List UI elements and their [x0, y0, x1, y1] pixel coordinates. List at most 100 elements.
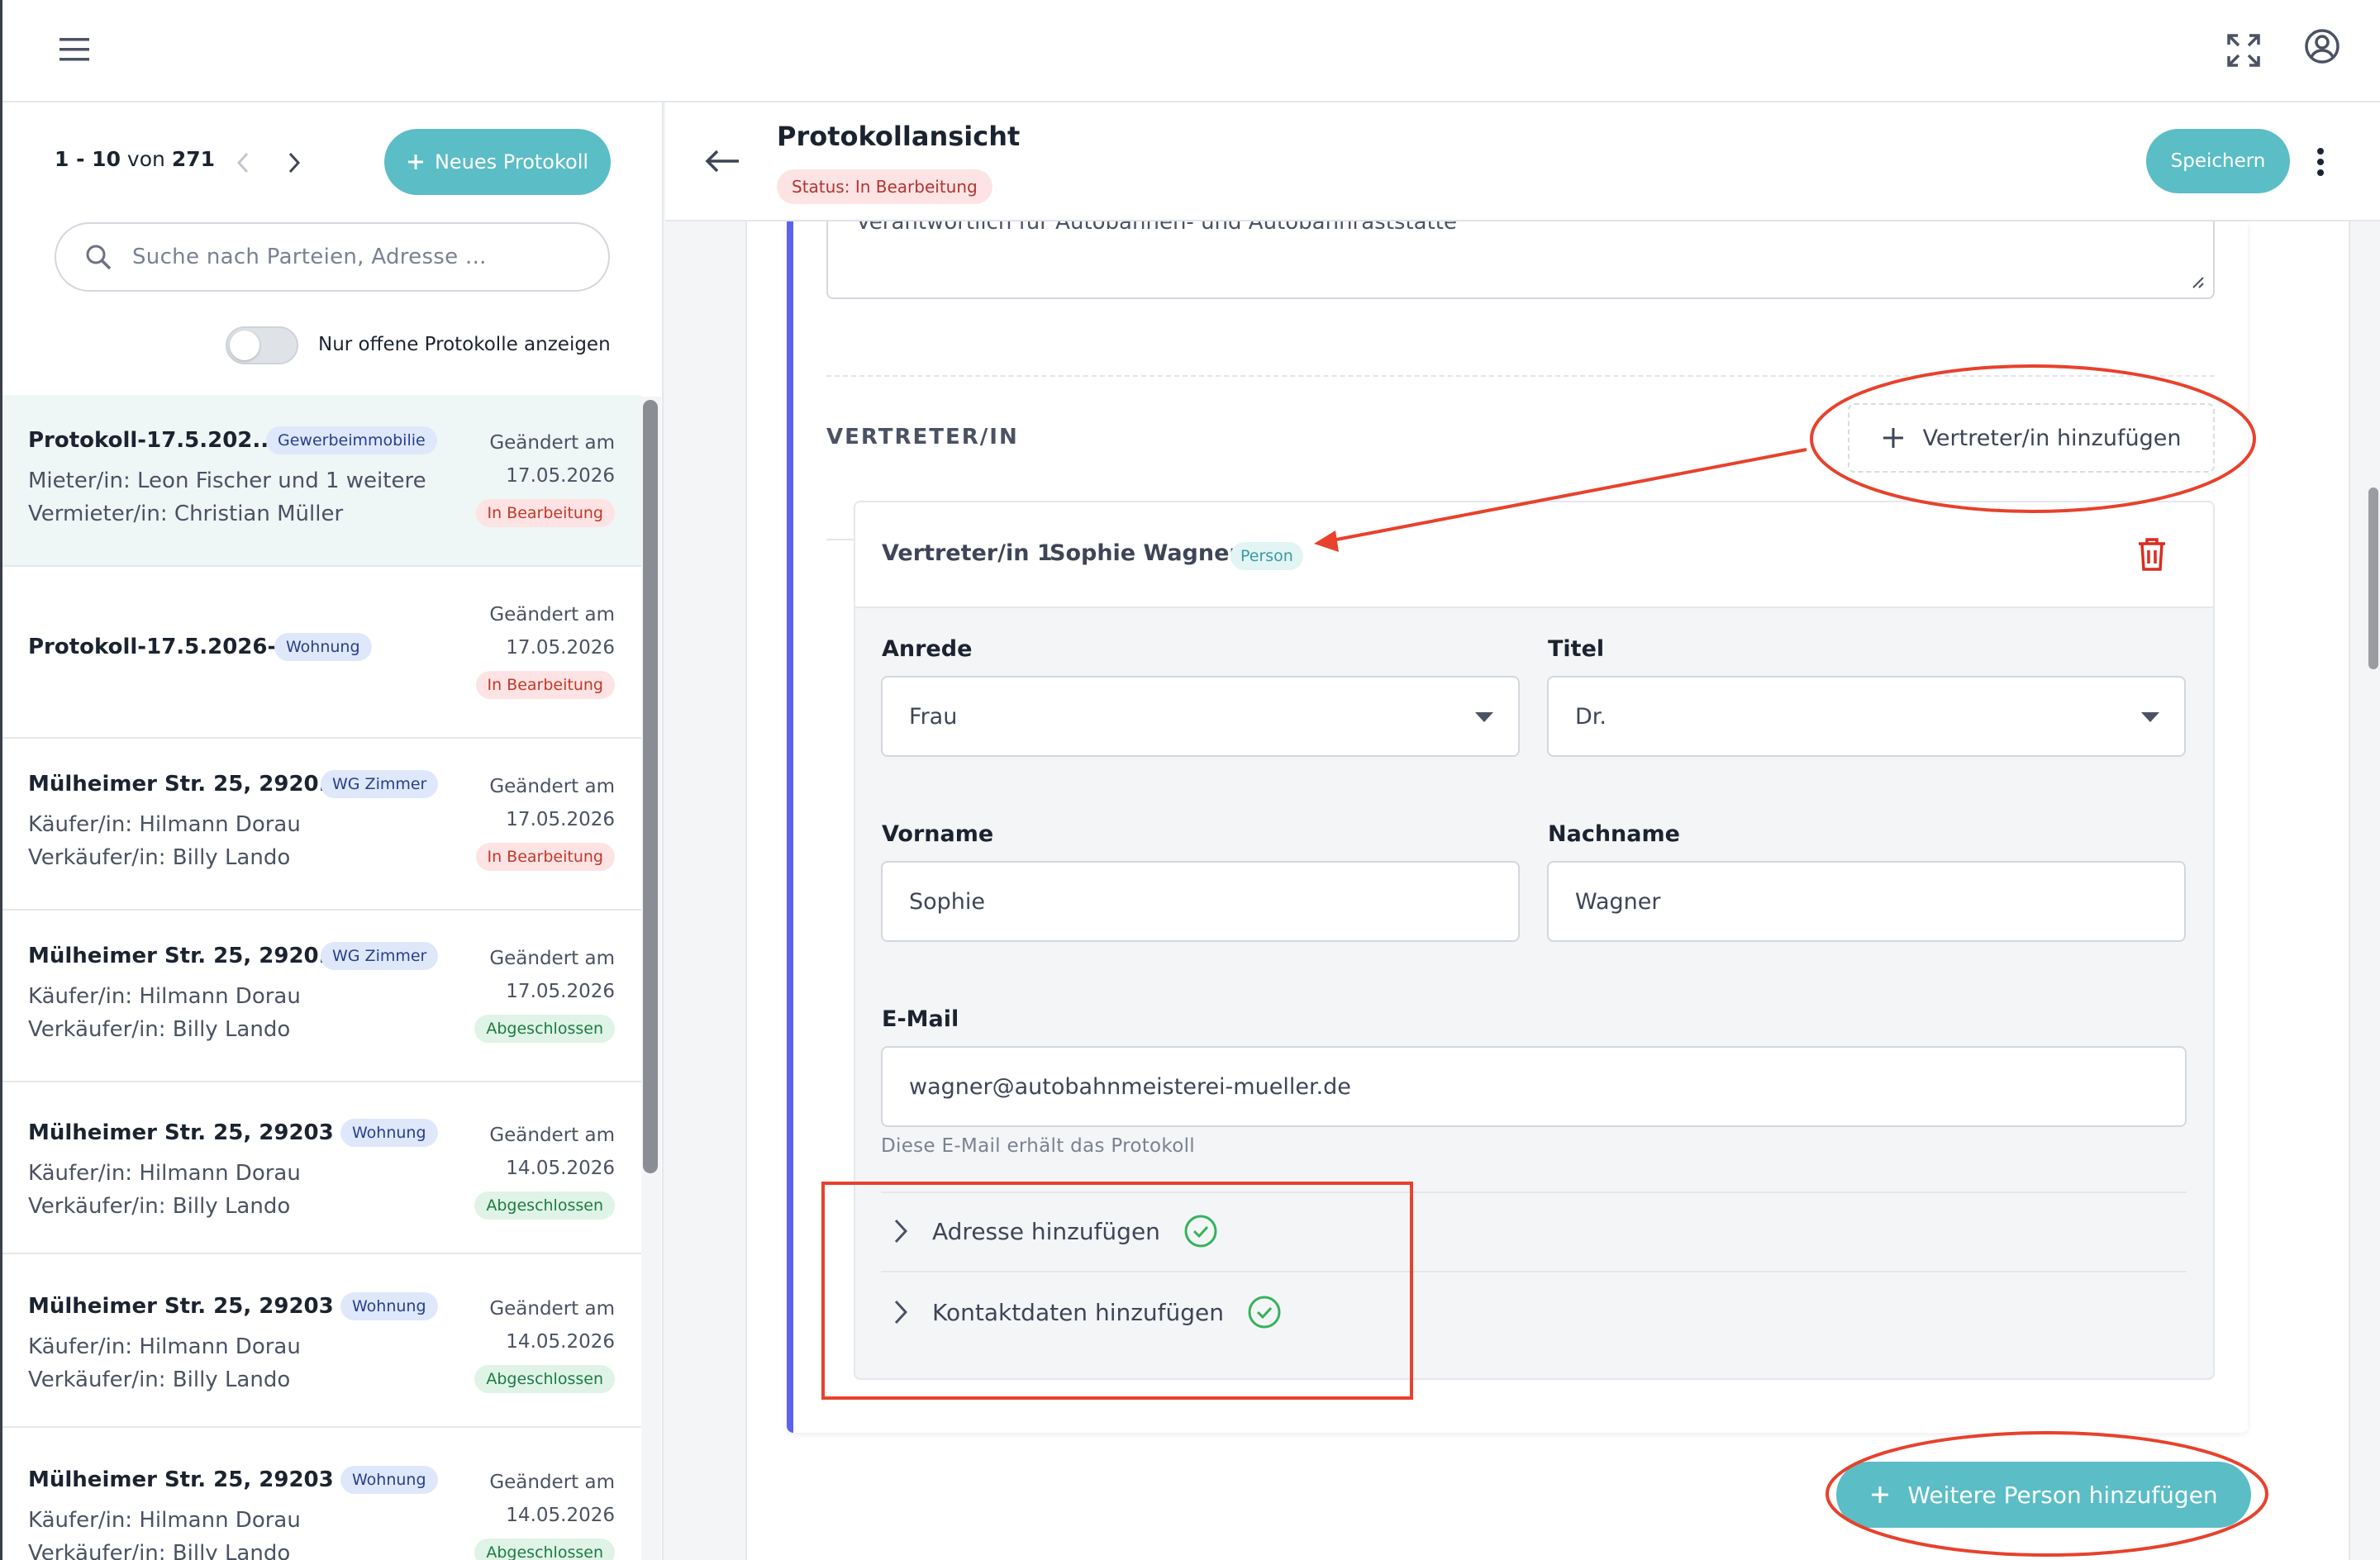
list-item-title: Protokoll-17.5.202... — [28, 428, 278, 453]
nachname-label: Nachname — [1548, 821, 1680, 847]
list-item-title: Mülheimer Str. 25, 2920... — [28, 772, 344, 797]
representative-title: Vertreter/in 1 — [882, 540, 1053, 566]
nachname-input[interactable]: Wagner — [1547, 861, 2186, 942]
chevron-right-icon[interactable] — [288, 152, 301, 177]
vorname-input[interactable]: Sophie — [881, 861, 1520, 942]
changed-date: 17.05.2026 — [506, 637, 615, 659]
caret-down-icon — [2141, 712, 2159, 722]
resize-handle-icon[interactable] — [2190, 274, 2205, 289]
list-item-party-1: Käufer/in: Hilmann Dorau — [28, 1334, 301, 1359]
hamburger-icon[interactable] — [60, 36, 93, 66]
anrede-select[interactable]: Frau — [881, 676, 1520, 757]
address-accordion-label: Adresse hinzufügen — [932, 1217, 1160, 1245]
property-type-badge: Wohnung — [340, 1292, 438, 1320]
caret-down-icon — [1475, 712, 1493, 722]
anrede-label: Anrede — [882, 636, 973, 662]
email-hint: Diese E-Mail erhält das Protokoll — [881, 1135, 1195, 1157]
list-item-title: Mülheimer Str. 25, 29203 ... — [28, 1467, 366, 1492]
list-item-party-2: Verkäufer/in: Billy Lando — [28, 1194, 291, 1219]
nachname-value: Wagner — [1575, 888, 1661, 915]
plus-icon — [407, 155, 423, 169]
pagination-total: 271 — [171, 147, 215, 171]
changed-date: 17.05.2026 — [506, 981, 615, 1002]
list-item[interactable]: Mülheimer Str. 25, 29203 ... Wohnung Käu… — [0, 1429, 641, 1560]
changed-date: 14.05.2026 — [506, 1158, 615, 1179]
chevron-right-icon — [894, 1219, 908, 1244]
description-textarea[interactable]: Verantwortlich für Autobahnen- und Autob… — [826, 221, 2215, 299]
email-label: E-Mail — [882, 1006, 959, 1032]
list-item[interactable]: Mülheimer Str. 25, 2920... WG Zimmer Käu… — [0, 911, 641, 1082]
fullscreen-icon[interactable] — [2226, 33, 2261, 71]
titel-label: Titel — [1548, 636, 1605, 662]
list-item-party-2: Vermieter/in: Christian Müller — [28, 502, 344, 526]
list-item-party-1: Mieter/in: Leon Fischer und 1 weitere — [28, 468, 426, 493]
representative-header[interactable]: Vertreter/in 1 Sophie Wagner Person — [855, 502, 2213, 608]
list-item[interactable]: Mülheimer Str. 25, 29203 ... Wohnung Käu… — [0, 1082, 641, 1254]
list-item[interactable]: Protokoll-17.5.202... Gewerbeimmobilie M… — [0, 395, 641, 567]
search-placeholder: Suche nach Parteien, Adresse ... — [132, 245, 487, 269]
status-badge: Abgeschlossen — [474, 1365, 615, 1393]
property-type-badge: WG Zimmer — [321, 942, 439, 970]
vorname-value: Sophie — [909, 888, 986, 915]
property-type-badge: Wohnung — [340, 1119, 438, 1147]
contact-accordion-label: Kontaktdaten hinzufügen — [932, 1298, 1225, 1326]
list-item[interactable]: Mülheimer Str. 25, 2920... WG Zimmer Käu… — [0, 739, 641, 911]
more-vertical-icon[interactable] — [2316, 147, 2325, 180]
list-item-party-2: Verkäufer/in: Billy Lando — [28, 1017, 291, 1042]
list-item[interactable]: Mülheimer Str. 25, 29203 ... Wohnung Käu… — [0, 1256, 641, 1428]
status-badge: Abgeschlossen — [474, 1015, 615, 1043]
changed-label: Geändert am — [489, 604, 615, 625]
sidebar-scrollbar-thumb[interactable] — [643, 400, 658, 1173]
email-input[interactable]: wagner@autobahnmeisterei-mueller.de — [881, 1046, 2187, 1127]
page-title: Protokollansicht — [777, 121, 1021, 152]
add-another-person-label: Weitere Person hinzufügen — [1907, 1481, 2218, 1509]
changed-label: Geändert am — [489, 776, 615, 797]
list-item[interactable]: Protokoll-17.5.2026-2 Wohnung Geändert a… — [0, 567, 641, 739]
description-text: Verantwortlich für Autobahnen- und Autob… — [856, 221, 1457, 235]
divider — [881, 1271, 2187, 1272]
list-item-title: Mülheimer Str. 25, 2920... — [28, 944, 344, 968]
property-type-badge: Wohnung — [340, 1466, 438, 1494]
main-scrollbar-thumb[interactable] — [2368, 488, 2378, 669]
search-input[interactable]: Suche nach Parteien, Adresse ... — [55, 222, 610, 292]
list-item-party-1: Käufer/in: Hilmann Dorau — [28, 984, 301, 1009]
list-item-party-1: Käufer/in: Hilmann Dorau — [28, 1161, 301, 1186]
property-type-badge: WG Zimmer — [321, 770, 439, 798]
representative-name: Sophie Wagner — [1050, 540, 1240, 566]
connector-line — [826, 539, 854, 540]
pagination-info: 1 - 10 von 271 — [55, 147, 215, 171]
pagination-range: 1 - 10 — [55, 147, 121, 171]
status-value: In Bearbeitung — [854, 177, 978, 197]
titel-select[interactable]: Dr. — [1547, 676, 2186, 757]
add-representative-button[interactable]: Vertreter/in hinzufügen — [1848, 403, 2215, 473]
top-bar — [0, 0, 2380, 102]
check-circle-icon — [1248, 1296, 1281, 1329]
changed-label: Geändert am — [489, 1125, 615, 1146]
window-edge — [0, 0, 2, 1560]
contact-accordion[interactable]: Kontaktdaten hinzufügen — [892, 1287, 1282, 1337]
open-only-toggle[interactable] — [226, 326, 298, 364]
changed-label: Geändert am — [489, 1298, 615, 1320]
address-accordion[interactable]: Adresse hinzufügen — [892, 1206, 1218, 1256]
add-another-person-button[interactable]: Weitere Person hinzufügen — [1836, 1462, 2251, 1528]
trash-icon[interactable] — [2137, 537, 2167, 575]
chevron-left-icon[interactable] — [236, 152, 250, 177]
user-circle-icon[interactable] — [2304, 28, 2340, 68]
save-button[interactable]: Speichern — [2146, 129, 2290, 193]
changed-date: 17.05.2026 — [506, 465, 615, 487]
status-label: Status: — [792, 177, 850, 197]
section-title: VERTRETER/IN — [826, 425, 1019, 449]
list-item-title: Protokoll-17.5.2026-2 — [28, 635, 292, 659]
search-icon — [86, 245, 112, 270]
chevron-right-icon — [894, 1300, 908, 1325]
status-badge: Status: In Bearbeitung — [777, 169, 992, 204]
anrede-value: Frau — [909, 703, 958, 730]
status-badge: Abgeschlossen — [474, 1191, 615, 1220]
back-arrow-icon[interactable] — [704, 149, 740, 177]
plus-icon — [1883, 428, 1903, 448]
email-value: wagner@autobahnmeisterei-mueller.de — [909, 1073, 1351, 1100]
titel-value: Dr. — [1575, 703, 1606, 730]
plus-icon — [1872, 1486, 1889, 1503]
new-protocol-button[interactable]: Neues Protokoll — [384, 129, 611, 195]
changed-date: 17.05.2026 — [506, 809, 615, 830]
